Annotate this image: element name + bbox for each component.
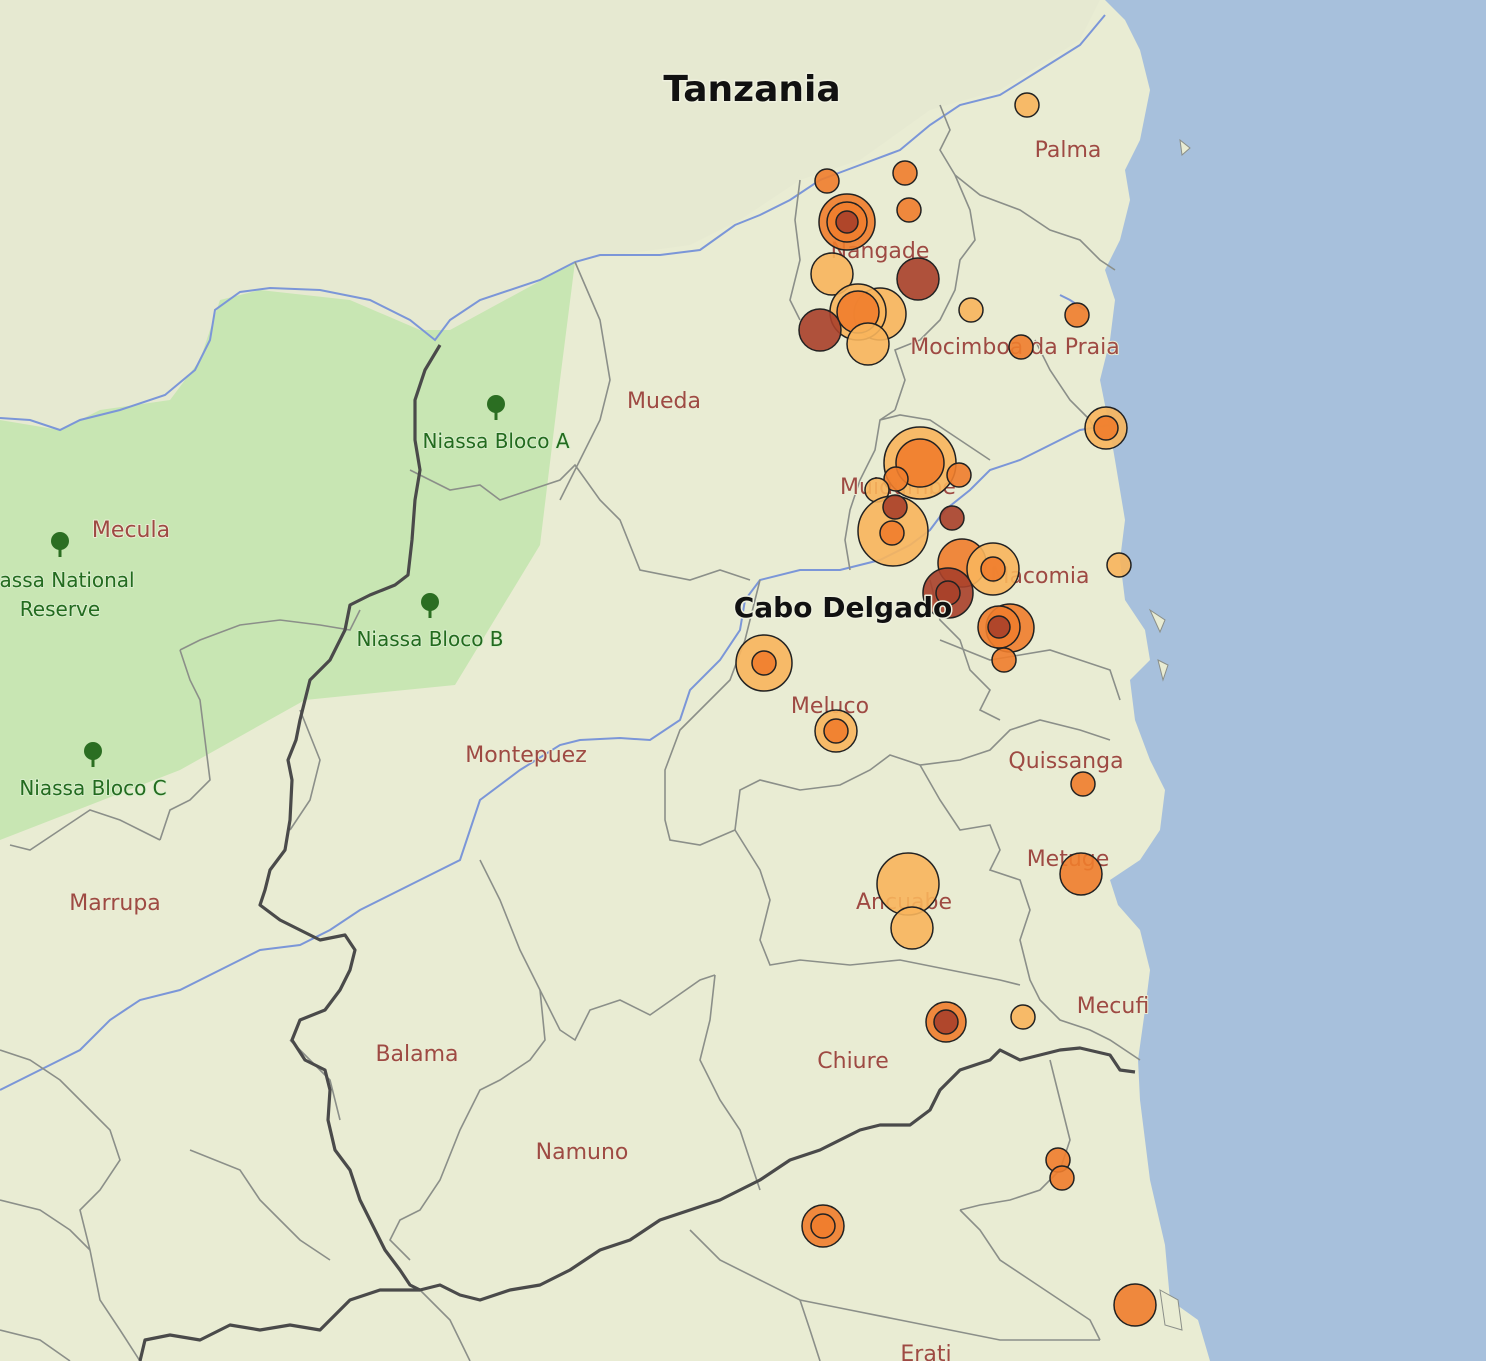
incident-marker[interactable]: [896, 197, 922, 223]
incident-marker[interactable]: [1093, 415, 1119, 441]
incident-marker[interactable]: [991, 647, 1017, 673]
incident-marker[interactable]: [798, 308, 842, 352]
district-label-palma: Palma: [1035, 138, 1102, 163]
district-label-quissanga: Quissanga: [1008, 749, 1123, 774]
incident-marker[interactable]: [879, 520, 905, 546]
incident-marker[interactable]: [1010, 1004, 1036, 1030]
incident-marker[interactable]: [1113, 1283, 1157, 1327]
incident-marker[interactable]: [1106, 552, 1132, 578]
incident-marker[interactable]: [987, 615, 1011, 639]
incident-marker[interactable]: [890, 906, 934, 950]
incident-marker[interactable]: [1049, 1165, 1075, 1191]
incident-marker[interactable]: [814, 168, 840, 194]
district-label-montepuez: Montepuez: [465, 743, 587, 768]
incident-marker[interactable]: [1070, 771, 1096, 797]
incident-marker[interactable]: [939, 505, 965, 531]
incident-marker[interactable]: [751, 650, 777, 676]
park-label-niassa-bloco-c: Niassa Bloco C: [19, 776, 166, 800]
incident-marker[interactable]: [980, 556, 1006, 582]
incident-marker[interactable]: [946, 462, 972, 488]
district-label-balama: Balama: [375, 1042, 458, 1067]
incident-marker[interactable]: [1059, 852, 1103, 896]
district-label-mecufi: Mecufi: [1077, 994, 1149, 1019]
park-label-niassa-bloco-b: Niassa Bloco B: [356, 627, 503, 651]
incident-marker[interactable]: [933, 1009, 959, 1035]
incident-marker[interactable]: [1064, 302, 1090, 328]
park-label-niassa-national-reserve-text: Niassa National: [0, 568, 135, 592]
incident-marker[interactable]: [823, 718, 849, 744]
district-label-chiure: Chiure: [817, 1049, 888, 1074]
district-label-erati: Erati: [900, 1342, 951, 1361]
incident-marker[interactable]: [876, 852, 940, 916]
map-view[interactable]: Palma Nangade Mocimboa da Praia Mueda Mu…: [0, 0, 1486, 1361]
sea: [1100, 0, 1486, 1361]
district-label-mecula: Mecula: [92, 518, 170, 543]
incident-marker[interactable]: [1008, 334, 1034, 360]
incident-marker[interactable]: [958, 297, 984, 323]
province-label-cabo-delgado: Cabo Delgado: [734, 591, 953, 624]
district-label-namuno: Namuno: [536, 1140, 629, 1165]
park-label-niassa-bloco-a: Niassa Bloco A: [422, 429, 569, 453]
incident-marker[interactable]: [882, 494, 908, 520]
country-label-tanzania: Tanzania: [663, 69, 840, 110]
district-label-marrupa: Marrupa: [69, 891, 161, 916]
incident-marker[interactable]: [846, 322, 890, 366]
incident-marker[interactable]: [810, 1213, 836, 1239]
map-canvas[interactable]: Palma Nangade Mocimboa da Praia Mueda Mu…: [0, 0, 1486, 1361]
incident-marker[interactable]: [1014, 92, 1040, 118]
incident-marker[interactable]: [896, 257, 940, 301]
incident-marker[interactable]: [835, 210, 859, 234]
district-label-mueda: Mueda: [627, 389, 701, 414]
park-label-niassa-national-reserve-line2: Reserve: [20, 597, 100, 621]
incident-marker[interactable]: [892, 160, 918, 186]
